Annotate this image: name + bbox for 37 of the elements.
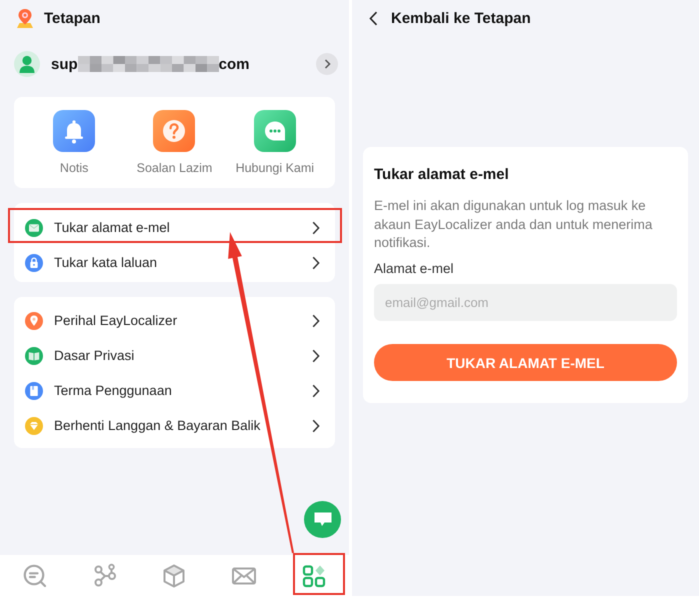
shortcut-button[interactable]: Notis <box>24 97 124 188</box>
menu-item[interactable]: Tukar alamat e-mel <box>14 210 335 245</box>
question-icon <box>153 110 196 152</box>
bell-icon <box>53 110 96 152</box>
envelope-icon <box>25 218 43 236</box>
email-text: sup <box>51 56 78 72</box>
lock-icon <box>25 254 43 272</box>
share-icon <box>92 562 118 588</box>
page-title: Tetapan <box>44 10 100 26</box>
document-icon <box>25 382 43 400</box>
chevron-icon <box>312 220 320 234</box>
chevron-icon <box>369 10 378 26</box>
chat-bubble-icon <box>254 110 296 152</box>
location-pin-icon <box>25 312 43 330</box>
cube-icon <box>161 562 188 588</box>
location-pin-icon <box>17 8 33 28</box>
chat-bubble-icon <box>314 512 332 527</box>
chevron-icon <box>324 59 330 69</box>
chevron-icon <box>312 384 320 398</box>
field-label: Alamat e-mel <box>374 260 455 278</box>
account-button[interactable] <box>316 53 338 75</box>
email-text: com <box>218 56 250 72</box>
card-title: Tukar alamat e-mel <box>374 165 510 185</box>
book-icon <box>25 346 43 364</box>
back-button[interactable]: Kembali ke Tetapan <box>369 10 531 26</box>
chat-button[interactable] <box>304 501 341 538</box>
shortcut-button[interactable]: Soalan Lazim <box>124 97 225 188</box>
shortcut-button[interactable]: Hubungi Kami <box>224 97 325 188</box>
description-text: E-mel ini akan digunakan untuk log masuk ke akaun EayLocalizer anda dan untuk menerima notifikasi. <box>374 197 654 252</box>
chevron-icon <box>312 314 320 328</box>
chevron-icon <box>312 418 320 432</box>
chevron-icon <box>312 348 320 362</box>
search-icon <box>22 562 48 588</box>
grid-icon <box>301 562 328 588</box>
email-field[interactable]: email@gmail.com <box>374 284 677 321</box>
avatar-icon <box>14 51 40 77</box>
chevron-icon <box>312 256 320 270</box>
